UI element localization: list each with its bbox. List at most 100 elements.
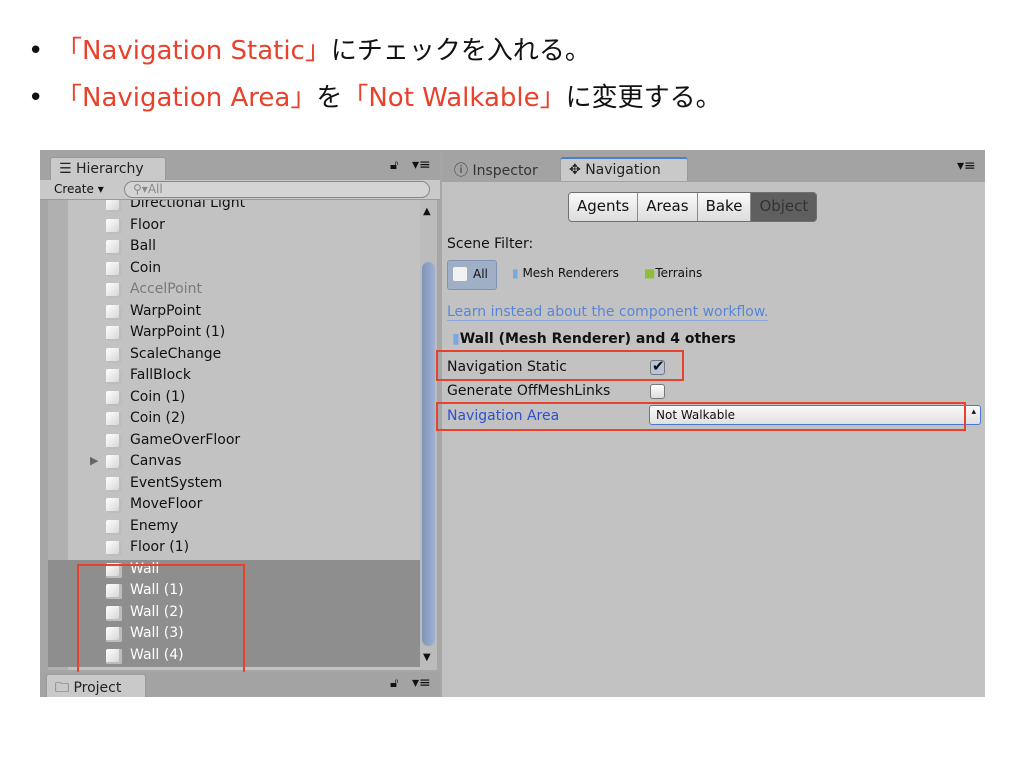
hierarchy-item-label: Coin xyxy=(130,259,162,276)
panel-menu-icon[interactable]: ▾≡ xyxy=(957,158,976,174)
gameobject-icon xyxy=(106,283,122,298)
navigation-icon: ✥ xyxy=(569,162,586,178)
hierarchy-item-label: EventSystem xyxy=(130,474,223,491)
hierarchy-item-label: Coin (2) xyxy=(130,410,186,426)
slide-bullet: • 「Navigation Area」を「Not Walkable」に変更する。 xyxy=(28,77,722,114)
tab-agents[interactable]: Agents xyxy=(569,193,639,221)
hierarchy-item-label: Floor (1) xyxy=(130,539,190,555)
panel-menu-icon[interactable]: ▾≡ xyxy=(412,675,431,691)
lock-icon[interactable]: 🔓︎ xyxy=(390,158,398,173)
hierarchy-search-input[interactable]: ⚲▾All xyxy=(124,181,430,198)
cube-icon xyxy=(453,267,467,281)
gameobject-icon xyxy=(106,455,122,470)
hierarchy-item-label: AccelPoint xyxy=(130,281,202,297)
filter-terrains-button[interactable]: ■Terrains xyxy=(644,266,702,280)
folder-icon: 🗀 xyxy=(55,680,74,696)
scroll-up-icon[interactable]: ▲ xyxy=(423,206,431,217)
bullet-dot: • xyxy=(28,83,44,113)
hierarchy-item[interactable]: ▶ Canvas xyxy=(48,452,420,474)
slide-bullet: • 「Navigation Static」にチェックを入れる。 xyxy=(28,30,591,67)
hierarchy-scrollbar[interactable]: ▲ ▼ xyxy=(420,200,437,670)
hierarchy-item-label: MoveFloor xyxy=(130,496,203,512)
bullet-text: に変更する。 xyxy=(565,83,722,113)
hierarchy-item[interactable]: AccelPoint xyxy=(48,280,420,302)
generate-offmeshlinks-checkbox[interactable] xyxy=(650,384,665,399)
hierarchy-item[interactable]: Ball xyxy=(48,237,420,259)
hierarchy-item[interactable]: Coin xyxy=(48,259,420,281)
inspector-tabbar: ⓘ Inspector ✥ Navigation ▾≡ xyxy=(442,150,985,182)
selection-title: ▮Wall (Mesh Renderer) and 4 others xyxy=(452,331,736,347)
hierarchy-item-label: Enemy xyxy=(130,517,179,534)
lock-icon[interactable]: 🔓︎ xyxy=(390,676,398,691)
panel-menu-icon[interactable]: ▾≡ xyxy=(412,157,431,173)
gameobject-icon xyxy=(106,326,122,341)
gameobject-icon xyxy=(106,433,122,449)
bullet-text: 「Navigation Static」 xyxy=(56,36,331,66)
tab-navigation[interactable]: ✥ Navigation xyxy=(560,157,688,181)
gameobject-icon xyxy=(106,541,122,556)
tab-bake[interactable]: Bake xyxy=(697,193,752,221)
hierarchy-item[interactable]: Floor (1) xyxy=(48,538,420,560)
wall-selection-highlight xyxy=(77,564,245,675)
gameobject-icon xyxy=(106,218,122,234)
hierarchy-item[interactable]: Coin (1) xyxy=(48,388,420,410)
hierarchy-item-label: FallBlock xyxy=(130,367,191,383)
hierarchy-item[interactable]: Floor xyxy=(48,216,420,238)
gameobject-icon xyxy=(106,519,122,535)
mesh-renderer-icon: ▮ xyxy=(512,266,519,280)
scrollbar-thumb[interactable] xyxy=(422,262,435,646)
tab-inspector[interactable]: ⓘ Inspector xyxy=(446,157,546,181)
hierarchy-item[interactable]: WarpPoint (1) xyxy=(48,323,420,345)
gameobject-icon xyxy=(106,476,122,492)
hierarchy-item-label: WarpPoint (1) xyxy=(130,324,226,340)
hierarchy-item[interactable]: EventSystem xyxy=(48,474,420,496)
tab-hierarchy[interactable]: ☰ Hierarchy xyxy=(50,157,166,181)
unity-editor-screenshot: ☰ Hierarchy 🔓︎ ▾≡ Create ▾ ⚲▾All Directi… xyxy=(40,150,985,697)
gameobject-icon xyxy=(106,498,122,513)
scroll-down-icon[interactable]: ▼ xyxy=(423,652,431,663)
hierarchy-item[interactable]: ScaleChange xyxy=(48,345,420,367)
scene-filter-label: Scene Filter: xyxy=(447,236,534,252)
list-icon: ☰ xyxy=(59,161,77,177)
hierarchy-item-label: Canvas xyxy=(130,453,182,469)
hierarchy-item-label: WarpPoint xyxy=(130,302,201,319)
terrain-icon: ■ xyxy=(644,266,656,280)
hierarchy-item-label: ScaleChange xyxy=(130,345,222,362)
hierarchy-item[interactable]: GameOverFloor xyxy=(48,431,420,453)
gameobject-icon xyxy=(106,240,122,255)
tab-areas[interactable]: Areas xyxy=(638,193,698,221)
tab-project[interactable]: 🗀 Project xyxy=(46,674,146,697)
gameobject-icon xyxy=(106,261,122,277)
mesh-renderer-icon: ▮ xyxy=(452,331,460,347)
hierarchy-item-label: GameOverFloor xyxy=(130,431,241,448)
create-dropdown[interactable]: Create ▾ xyxy=(54,182,104,196)
navigation-static-highlight xyxy=(436,350,684,381)
hierarchy-item[interactable]: WarpPoint xyxy=(48,302,420,324)
hierarchy-item-label: Floor xyxy=(130,216,165,233)
bullet-dot: • xyxy=(28,36,44,66)
component-workflow-link[interactable]: Learn instead about the component workfl… xyxy=(447,304,769,321)
gameobject-icon xyxy=(106,412,122,427)
hierarchy-item[interactable]: MoveFloor xyxy=(48,495,420,517)
hierarchy-item[interactable]: Enemy xyxy=(48,517,420,539)
expand-arrow-icon[interactable]: ▶ xyxy=(90,454,98,467)
navigation-panel: Agents Areas Bake Object Scene Filter: All … xyxy=(436,182,985,697)
project-tabbar: 🗀 Project 🔓︎ ▾≡ xyxy=(40,672,440,697)
hierarchy-tabbar: ☰ Hierarchy 🔓︎ ▾≡ xyxy=(40,150,440,182)
gameobject-icon xyxy=(106,304,122,320)
tab-object[interactable]: Object xyxy=(751,193,817,221)
bullet-text: にチェックを入れる。 xyxy=(330,36,591,66)
bullet-text: 「Not Walkable」 xyxy=(342,83,566,113)
hierarchy-item[interactable]: Coin (2) xyxy=(48,409,420,431)
navigation-mode-tabs: Agents Areas Bake Object xyxy=(568,192,818,222)
filter-all-button[interactable]: All xyxy=(447,260,497,290)
hierarchy-item-label: Ball xyxy=(130,238,156,254)
hierarchy-item[interactable]: FallBlock xyxy=(48,366,420,388)
bullet-text: 「Navigation Area」 xyxy=(56,83,317,113)
gameobject-icon xyxy=(106,369,122,384)
hierarchy-item-label: Directional Light xyxy=(130,200,246,211)
generate-offmeshlinks-label: Generate OffMeshLinks xyxy=(447,383,611,399)
info-icon: ⓘ xyxy=(454,163,473,179)
hierarchy-item[interactable]: Directional Light xyxy=(48,200,420,216)
filter-mesh-renderers-button[interactable]: ▮ Mesh Renderers xyxy=(512,266,619,280)
